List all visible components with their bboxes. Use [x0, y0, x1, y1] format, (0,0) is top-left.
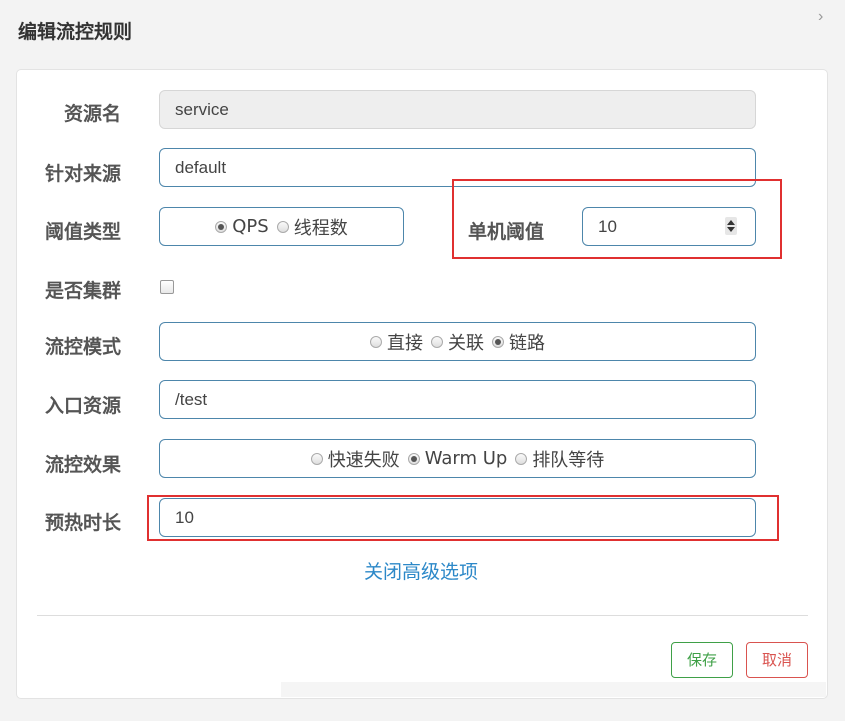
- divider: [37, 615, 808, 616]
- save-button[interactable]: 保存: [671, 642, 733, 678]
- bottom-strip: [281, 682, 826, 697]
- strategy-option-direct[interactable]: 直接: [370, 329, 423, 355]
- highlight-warmup: [147, 495, 779, 541]
- highlight-threshold: [452, 179, 782, 259]
- radio-icon[interactable]: [370, 335, 382, 348]
- radio-checked-icon[interactable]: [492, 335, 504, 348]
- cluster-checkbox[interactable]: [160, 280, 174, 294]
- radio-icon[interactable]: [431, 335, 443, 348]
- control-behavior-radio-group: 快速失败 Warm Up 排队等待: [159, 439, 756, 478]
- resource-name-input: service: [159, 90, 756, 129]
- grade-option-thread[interactable]: 线程数: [276, 214, 348, 240]
- radio-icon[interactable]: [276, 220, 289, 233]
- radio-checked-icon[interactable]: [407, 452, 420, 465]
- ref-resource-input[interactable]: /test: [159, 380, 756, 419]
- grade-radio-group: QPS 线程数: [159, 207, 404, 246]
- strategy-option-direct-label: 直接: [387, 332, 423, 354]
- behavior-option-warm-up[interactable]: Warm Up: [407, 448, 508, 469]
- strategy-option-chain[interactable]: 链路: [492, 329, 545, 355]
- behavior-option-warm-up-label: Warm Up: [424, 448, 508, 469]
- grade-label: 阈值类型: [44, 221, 121, 243]
- advanced-options-toggle[interactable]: 关闭高级选项: [364, 557, 478, 584]
- chevron-right-icon[interactable]: ›: [818, 8, 823, 26]
- behavior-option-queue-label: 排队等待: [532, 449, 605, 471]
- strategy-option-relate-label: 关联: [448, 332, 484, 354]
- grade-option-qps[interactable]: QPS: [215, 216, 269, 237]
- limit-app-label: 针对来源: [44, 163, 121, 185]
- cancel-button[interactable]: 取消: [746, 642, 808, 678]
- grade-option-qps-label: QPS: [232, 216, 269, 237]
- strategy-label: 流控模式: [44, 336, 121, 358]
- resource-name-label: 资源名: [63, 103, 121, 125]
- ref-resource-label: 入口资源: [44, 395, 121, 417]
- radio-icon[interactable]: [310, 452, 323, 465]
- strategy-option-relate[interactable]: 关联: [431, 329, 484, 355]
- control-behavior-label: 流控效果: [44, 454, 121, 476]
- strategy-radio-group: 直接 关联 链路: [159, 322, 756, 361]
- behavior-option-queue[interactable]: 排队等待: [515, 446, 604, 472]
- warmup-period-label: 预热时长: [44, 512, 121, 534]
- dialog-title: 编辑流控规则: [18, 21, 133, 43]
- cluster-label: 是否集群: [44, 280, 121, 302]
- behavior-option-fast-fail[interactable]: 快速失败: [310, 446, 400, 472]
- grade-option-thread-label: 线程数: [293, 217, 348, 239]
- behavior-option-fast-fail-label: 快速失败: [327, 449, 400, 471]
- strategy-option-chain-label: 链路: [509, 332, 545, 354]
- radio-icon[interactable]: [515, 452, 528, 465]
- radio-checked-icon[interactable]: [215, 220, 228, 233]
